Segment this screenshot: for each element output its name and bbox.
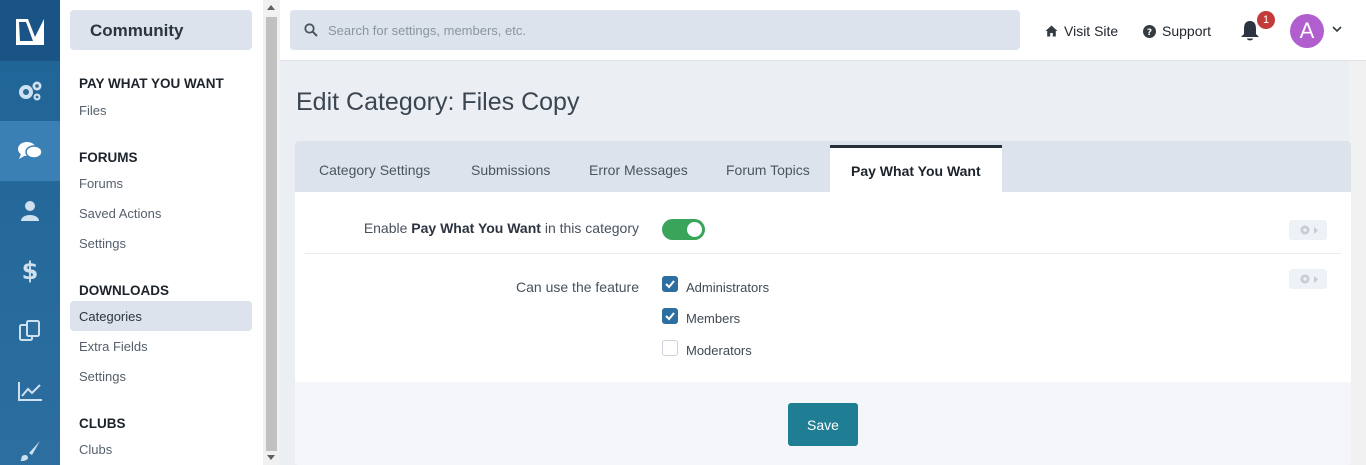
icon-rail: $	[0, 0, 60, 465]
category-form-panel: Category Settings Submissions Error Mess…	[295, 141, 1351, 465]
tab-category-settings[interactable]: Category Settings	[319, 163, 430, 177]
nav-item-files[interactable]: Files	[79, 103, 106, 118]
tab-pay-what-you-want[interactable]: Pay What You Want	[830, 145, 1002, 192]
rail-item-pages[interactable]	[0, 301, 60, 361]
enable-label-prefix: Enable	[363, 220, 412, 236]
scroll-up-arrow-icon[interactable]	[267, 5, 275, 10]
permission-menu-button[interactable]	[1289, 269, 1327, 289]
checkmark-icon	[665, 312, 675, 321]
setting-menu-button[interactable]	[1289, 220, 1327, 240]
dollar-icon: $	[22, 258, 39, 284]
user-icon	[21, 201, 39, 221]
search-icon	[304, 23, 318, 37]
tab-bar: Category Settings Submissions Error Mess…	[295, 141, 1351, 192]
svg-text:$: $	[22, 258, 39, 284]
user-avatar[interactable]: A	[1290, 14, 1324, 48]
checkbox-label-moderators: Moderators	[686, 343, 752, 358]
enable-toggle[interactable]	[662, 219, 705, 240]
enable-label-suffix: in this category	[540, 220, 639, 236]
sub-navigation: Community PAY WHAT YOU WANT Files FORUMS…	[60, 0, 263, 465]
form-footer: Save	[295, 382, 1351, 465]
gear-icon	[1300, 274, 1309, 284]
visit-site-link[interactable]: Visit Site	[1045, 24, 1118, 38]
checkbox-moderators[interactable]	[662, 340, 678, 356]
subnav-scrollbar[interactable]	[263, 0, 280, 465]
nav-item-downloads-settings[interactable]: Settings	[79, 369, 126, 384]
caret-right-icon	[1313, 226, 1318, 234]
page-scrollbar[interactable]	[1349, 61, 1366, 465]
support-link[interactable]: ? Support	[1143, 24, 1211, 38]
svg-text:?: ?	[1147, 28, 1152, 38]
rail-item-stats[interactable]	[0, 361, 60, 421]
search-bar[interactable]	[290, 10, 1020, 50]
scroll-down-arrow-icon[interactable]	[267, 455, 275, 460]
nav-item-saved-actions[interactable]: Saved Actions	[79, 206, 161, 221]
copy-icon	[19, 320, 40, 341]
app-logo[interactable]	[0, 0, 60, 61]
section-title-downloads: DOWNLOADS	[79, 283, 169, 298]
section-title-clubs: CLUBS	[79, 416, 126, 431]
scrollbar-thumb[interactable]	[266, 17, 277, 451]
nav-item-extra-fields[interactable]: Extra Fields	[79, 339, 148, 354]
checkbox-members[interactable]	[662, 308, 678, 324]
checkmark-icon	[665, 280, 675, 289]
section-title-forums: FORUMS	[79, 150, 138, 165]
rail-item-system[interactable]	[0, 61, 60, 121]
nav-item-clubs[interactable]: Clubs	[79, 442, 112, 457]
save-button[interactable]: Save	[788, 403, 858, 446]
line-chart-icon	[18, 382, 42, 401]
logo-icon	[16, 18, 44, 45]
rail-item-commerce[interactable]: $	[0, 241, 60, 301]
checkbox-administrators[interactable]	[662, 276, 678, 292]
comments-icon	[18, 142, 43, 159]
paintbrush-icon	[20, 441, 40, 461]
row-divider	[305, 253, 1341, 254]
rail-item-members[interactable]	[0, 181, 60, 241]
nav-item-forums[interactable]: Forums	[79, 176, 123, 191]
caret-right-icon	[1313, 275, 1318, 283]
nav-item-forum-settings[interactable]: Settings	[79, 236, 126, 251]
enable-feature-label: Enable Pay What You Want in this categor…	[335, 220, 639, 236]
support-label: Support	[1162, 23, 1212, 39]
gear-icon	[1300, 225, 1309, 235]
checkbox-label-administrators: Administrators	[686, 280, 770, 295]
question-circle-icon: ?	[1143, 24, 1156, 38]
tab-submissions[interactable]: Submissions	[471, 163, 550, 177]
nav-item-categories[interactable]: Categories	[70, 301, 252, 331]
checkbox-label-members: Members	[686, 311, 741, 326]
home-icon	[1045, 25, 1058, 37]
rail-item-community[interactable]	[0, 121, 60, 181]
page-title: Edit Category: Files Copy	[296, 88, 580, 116]
notification-count-badge: 1	[1257, 11, 1275, 29]
enable-label-feature-name: Pay What You Want	[411, 220, 541, 236]
tab-forum-topics[interactable]: Forum Topics	[726, 163, 810, 177]
gears-icon	[19, 81, 42, 101]
chevron-down-icon[interactable]	[1332, 26, 1342, 33]
tab-error-messages[interactable]: Error Messages	[589, 163, 688, 177]
can-use-feature-label: Can use the feature	[516, 279, 639, 295]
search-input[interactable]	[328, 10, 1008, 50]
section-title-pay-what-you-want: PAY WHAT YOU WANT	[79, 76, 224, 91]
visit-site-label: Visit Site	[1064, 23, 1119, 39]
subnav-header: Community	[70, 10, 252, 50]
rail-item-customization[interactable]	[0, 421, 60, 465]
toggle-knob	[687, 222, 702, 237]
top-header: Visit Site ? Support 1 A	[280, 0, 1366, 61]
